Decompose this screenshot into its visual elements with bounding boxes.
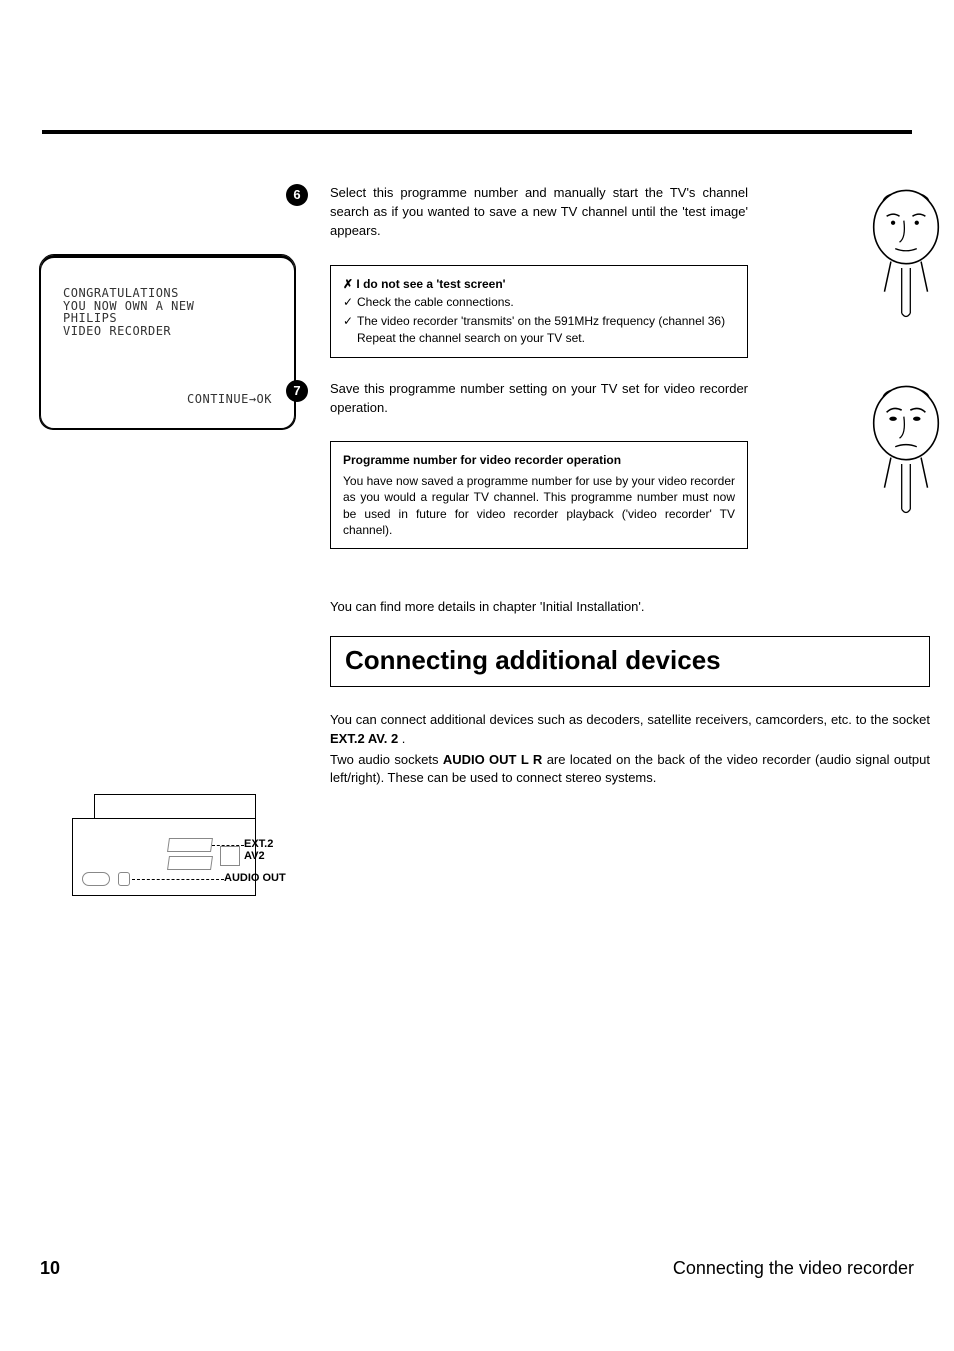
info-title: Programme number for video recorder oper… (343, 452, 735, 469)
trouble-bullet-1: ✓ Check the cable connections. (343, 294, 735, 311)
aux-port (220, 846, 240, 866)
step-6-text: Select this programme number and manuall… (330, 184, 748, 241)
trouble-bullet-2-text: The video recorder 'transmits' on the 59… (357, 314, 725, 328)
scart-port-2 (167, 856, 213, 870)
paragraph-2: Two audio sockets AUDIO OUT L R are loca… (330, 751, 930, 789)
device-diagram: EXT.2 AV2 AUDIO OUT (40, 794, 295, 914)
page-number: 10 (40, 1258, 60, 1279)
section-title: Connecting additional devices (345, 645, 915, 676)
scart-port-1 (167, 838, 213, 852)
trouble-bullet-2b-text: Repeat the channel search on your TV set… (357, 331, 585, 345)
check-icon: ✓ (343, 313, 353, 330)
step-7-number: 7 (286, 380, 308, 402)
tv-screen-text: CONGRATULATIONS YOU NOW OWN A NEW PHILIP… (63, 287, 284, 337)
trouble-title: I do not see a 'test screen' (356, 277, 505, 291)
left-column: CONGRATULATIONS YOU NOW OWN A NEW PHILIP… (40, 254, 295, 429)
top-rule (42, 130, 912, 134)
content-area: CONGRATULATIONS YOU NOW OWN A NEW PHILIP… (40, 184, 914, 788)
diagram-label-2: AUDIO OUT (224, 872, 286, 884)
tv-continue-text: CONTINUE→OK (187, 393, 272, 406)
paragraph-1: You can connect additional devices such … (330, 711, 930, 749)
step-7: 7 Save this programme number setting on … (330, 380, 930, 549)
section-heading: Connecting additional devices (330, 636, 930, 687)
para2-a: Two audio sockets (330, 752, 443, 767)
step-6: 6 Select this programme number and manua… (330, 184, 930, 358)
right-column: 6 Select this programme number and manua… (330, 184, 930, 788)
info-box: Programme number for video recorder oper… (330, 441, 748, 549)
para2-bold: AUDIO OUT L R (443, 752, 543, 767)
diagram-label-1: EXT.2 AV2 (244, 838, 295, 862)
check-icon: ✓ (343, 294, 353, 311)
trouble-bullet-1-text: Check the cable connections. (357, 295, 514, 309)
tv-line4: VIDEO RECORDER (63, 324, 171, 338)
para1-a: You can connect additional devices such … (330, 712, 930, 727)
video-port (118, 872, 130, 886)
trouble-bullet-2: ✓ The video recorder 'transmits' on the … (343, 313, 735, 330)
trouble-title-line: ✗ I do not see a 'test screen' (343, 276, 735, 293)
face-illustration-2 (862, 380, 950, 520)
dash-line-1 (212, 845, 244, 846)
note-line: You can find more details in chapter 'In… (330, 599, 930, 614)
diagram-frame: EXT.2 AV2 AUDIO OUT (40, 794, 295, 914)
face-illustration-1 (862, 184, 950, 324)
trouble-cross-icon: ✗ (343, 277, 353, 291)
tv-screen-illustration: CONGRATULATIONS YOU NOW OWN A NEW PHILIP… (40, 254, 295, 429)
para1-b: . (398, 731, 405, 746)
dash-line-2 (132, 879, 224, 880)
footer: 10 Connecting the video recorder (40, 1258, 914, 1279)
step-6-number: 6 (286, 184, 308, 206)
troubleshoot-box: ✗ I do not see a 'test screen' ✓ Check t… (330, 265, 748, 358)
para1-bold: EXT.2 AV. 2 (330, 731, 398, 746)
audio-ports (82, 872, 110, 886)
step-7-text: Save this programme number setting on yo… (330, 380, 748, 418)
info-body: You have now saved a programme number fo… (343, 473, 735, 538)
trouble-bullet-2b: Repeat the channel search on your TV set… (343, 330, 735, 347)
footer-title: Connecting the video recorder (673, 1258, 914, 1279)
